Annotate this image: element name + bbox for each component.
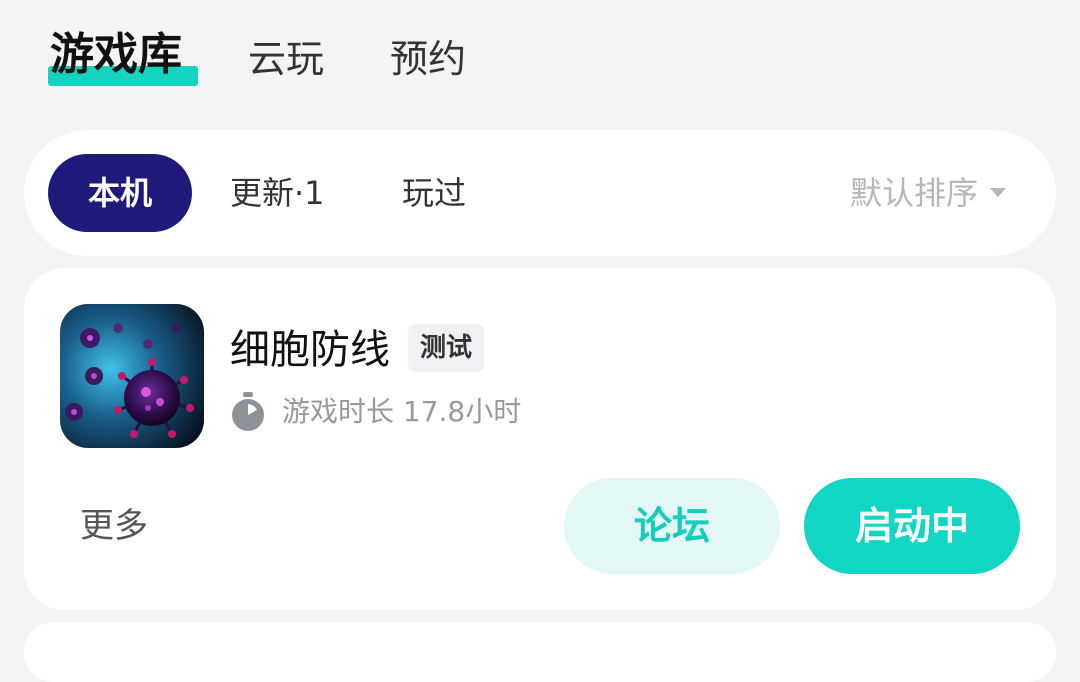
tab-game-library[interactable]: 游戏库 <box>50 28 182 82</box>
caret-down-icon <box>990 187 1006 197</box>
next-game-card <box>24 622 1056 682</box>
game-card[interactable]: 细胞防线 测试 游戏时长 17.8小时 更多 论坛 启动中 <box>24 268 1056 610</box>
game-icon[interactable] <box>60 304 204 448</box>
test-badge: 测试 <box>408 324 485 372</box>
more-button[interactable]: 更多 <box>80 502 148 550</box>
filter-chip-updates[interactable]: 更新·1 <box>230 154 325 232</box>
filter-chip-played[interactable]: 玩过 <box>402 154 466 232</box>
filter-chip-local[interactable]: 本机 <box>48 154 192 232</box>
sort-label: 默认排序 <box>849 174 978 212</box>
game-title[interactable]: 细胞防线 <box>230 324 390 376</box>
tab-cloud-play[interactable]: 云玩 <box>248 32 324 86</box>
launch-button[interactable]: 启动中 <box>804 478 1020 574</box>
tab-reservation[interactable]: 预约 <box>390 32 466 86</box>
playtime-text: 游戏时长 17.8小时 <box>282 395 522 428</box>
filter-bar: 本机 更新·1 玩过 默认排序 <box>24 130 1056 256</box>
sort-dropdown[interactable]: 默认排序 <box>850 154 1006 232</box>
top-tab-bar: 游戏库 云玩 预约 <box>0 0 1080 120</box>
forum-button[interactable]: 论坛 <box>564 478 780 574</box>
stopwatch-icon <box>232 392 264 431</box>
